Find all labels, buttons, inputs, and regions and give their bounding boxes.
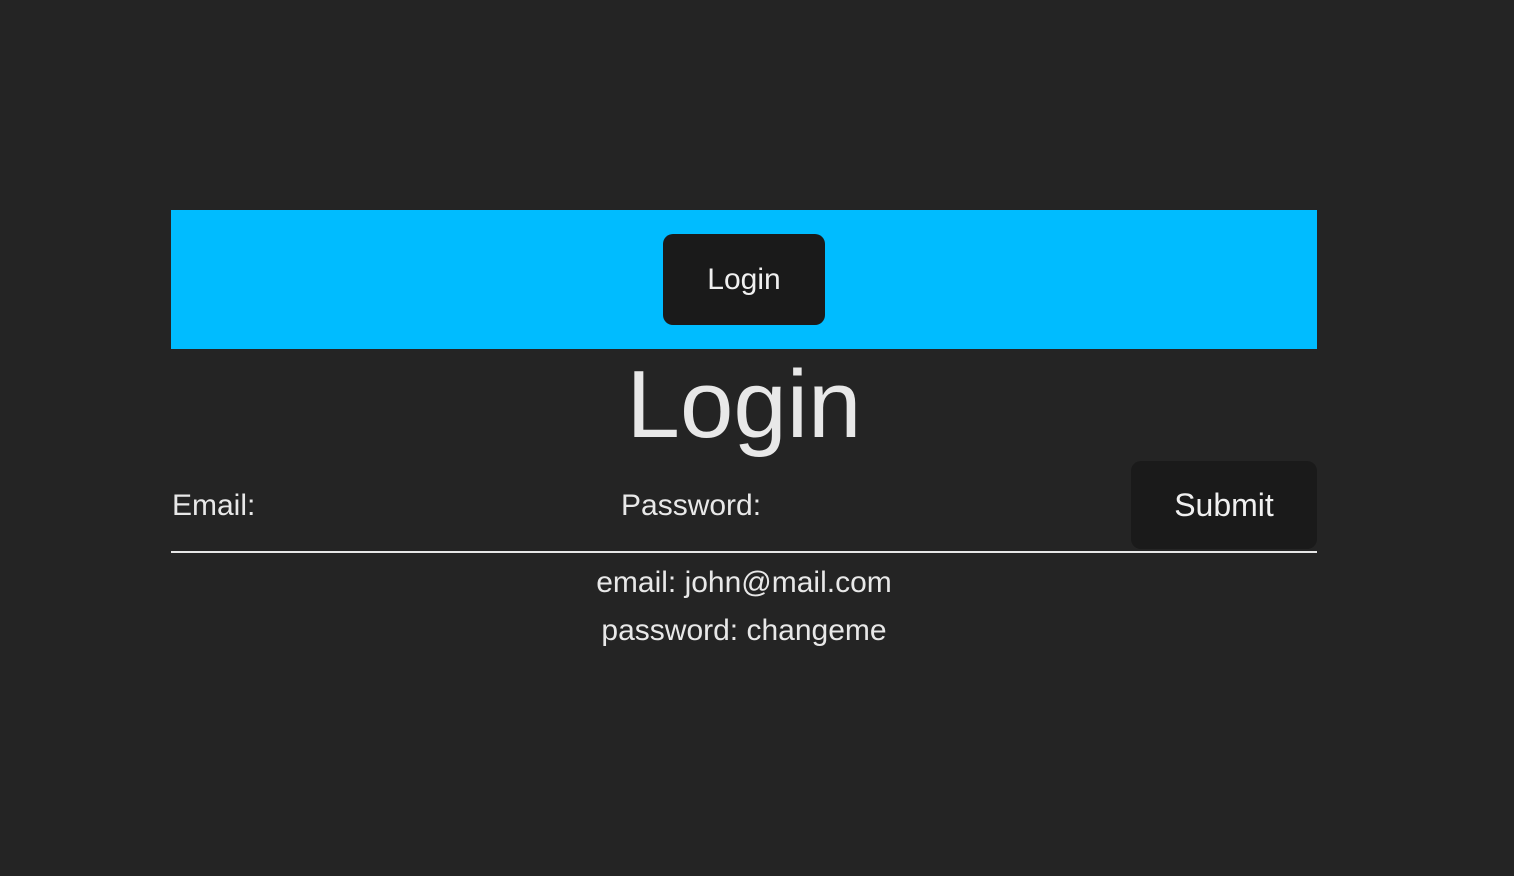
password-label: Password: (621, 489, 762, 522)
email-hint: email: john@mail.com (596, 566, 892, 599)
email-field-group: Email: (172, 461, 612, 551)
page-title: Login (626, 351, 862, 458)
submit-button[interactable]: Submit (1131, 461, 1317, 549)
credentials-hint: email: john@mail.com password: changeme (171, 559, 1317, 655)
password-hint: password: changeme (601, 614, 887, 647)
nav-login-button[interactable]: Login (663, 234, 825, 325)
email-label: Email: (172, 489, 256, 522)
login-container: Login Login Email: Password: email: john… (171, 210, 1317, 655)
password-field-group: Password: (621, 461, 1121, 551)
email-input[interactable] (263, 485, 612, 527)
top-nav-bar: Login (171, 210, 1317, 349)
password-input[interactable] (769, 485, 1121, 527)
